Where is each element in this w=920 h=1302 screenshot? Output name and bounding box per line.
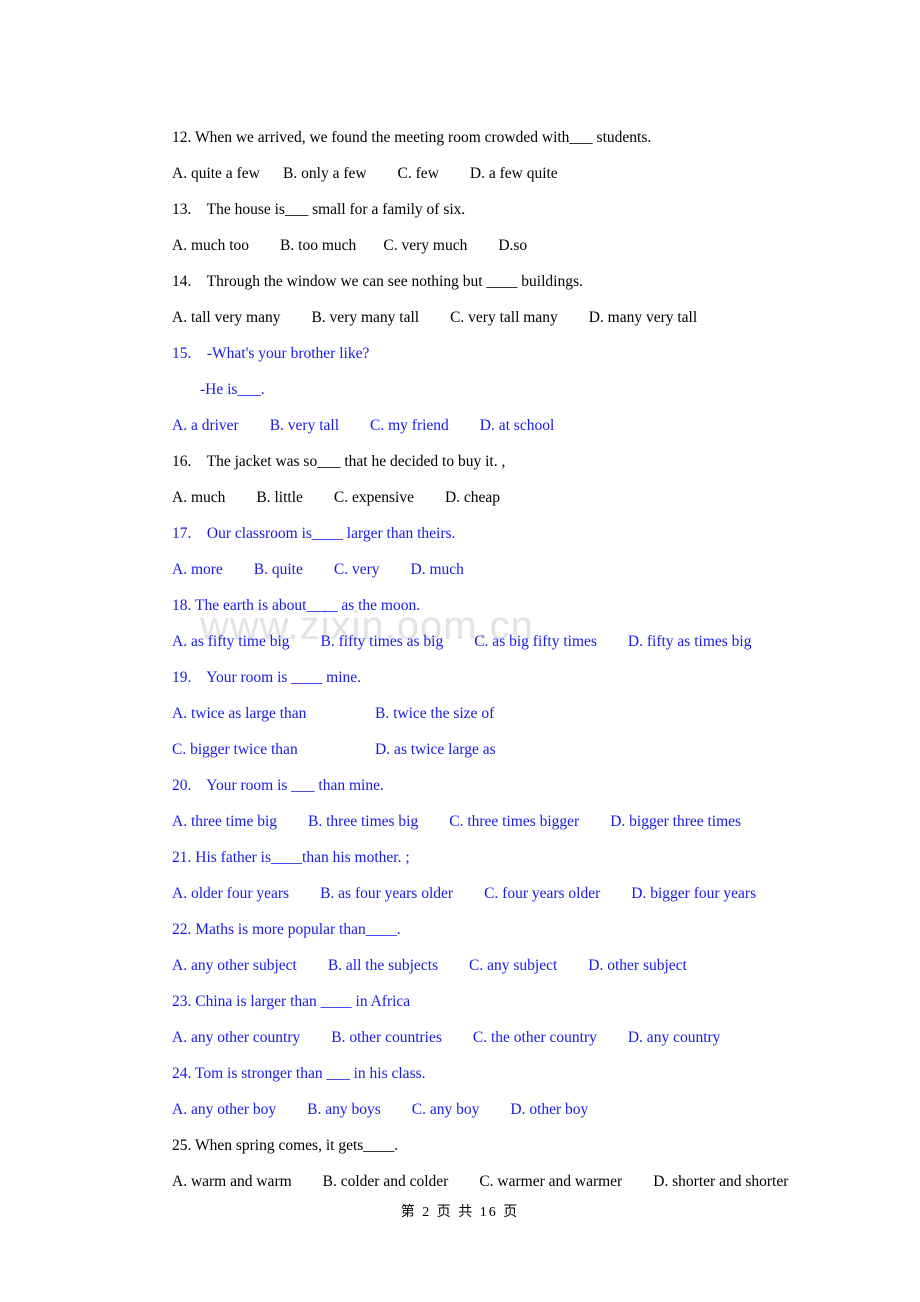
question-stem-24: 24. Tom is stronger than ___ in his clas… [172, 1065, 426, 1082]
question-stem-21: 21. His father is____than his mother. ; [172, 849, 410, 866]
question-stem-17: 17. Our classroom is____ larger than the… [172, 525, 456, 542]
question-options-13: A. much too B. too much C. very much D.s… [172, 237, 528, 254]
question-stem-18: 18. The earth is about____ as the moon. [172, 597, 421, 614]
question-list: 12. When we arrived, we found the meetin… [0, 0, 920, 1200]
question-stem-16: 16. The jacket was so___ that he decided… [172, 453, 506, 470]
question-options-21: A. older four years B. as four years old… [172, 885, 757, 902]
option-a-19: A. twice as large than [172, 705, 307, 722]
question-stem-15: 15. -What's your brother like? [172, 345, 370, 362]
question-stem-13: 13. The house is___ small for a family o… [172, 201, 466, 218]
question-options-19-row-1: A. twice as large than B. twice the size… [172, 696, 800, 732]
question-options-18: A. as fifty time big B. fifty times as b… [172, 633, 752, 650]
question-options-16: A. much B. little C. expensive D. cheap [172, 489, 501, 506]
question-options-25: A. warm and warm B. colder and colder C.… [172, 1173, 789, 1190]
question-options-12: A. quite a few B. only a few C. few D. a… [172, 165, 558, 182]
question-stem-15-reply: -He is___. [200, 381, 265, 398]
question-options-14: A. tall very many B. very many tall C. v… [172, 309, 698, 326]
question-options-24: A. any other boy B. any boys C. any boy … [172, 1101, 589, 1118]
question-stem-14: 14. Through the window we can see nothin… [172, 273, 583, 290]
question-stem-22: 22. Maths is more popular than____. [172, 921, 401, 938]
question-options-20: A. three time big B. three times big C. … [172, 813, 742, 830]
question-stem-19: 19. Your room is ____ mine. [172, 669, 362, 686]
question-stem-25: 25. When spring comes, it gets____. [172, 1137, 399, 1154]
question-options-19-row-2: C. bigger twice than D. as twice large a… [172, 732, 800, 768]
document-page: www.zixin.oom.cn 12. When we arrived, we… [0, 0, 920, 1302]
question-stem-12: 12. When we arrived, we found the meetin… [172, 129, 652, 146]
question-options-22: A. any other subject B. all the subjects… [172, 957, 687, 974]
question-options-17: A. more B. quite C. very D. much [172, 561, 464, 578]
question-stem-20: 20. Your room is ___ than mine. [172, 777, 384, 794]
option-c-19: C. bigger twice than [172, 741, 298, 758]
option-d-19: D. as twice large as [375, 741, 496, 758]
question-stem-23: 23. China is larger than ____ in Africa [172, 993, 411, 1010]
page-footer: 第 2 页 共 16 页 [400, 1205, 520, 1220]
question-options-23: A. any other country B. other countries … [172, 1029, 721, 1046]
question-options-15: A. a driver B. very tall C. my friend D.… [172, 417, 555, 434]
option-b-19: B. twice the size of [375, 705, 495, 722]
